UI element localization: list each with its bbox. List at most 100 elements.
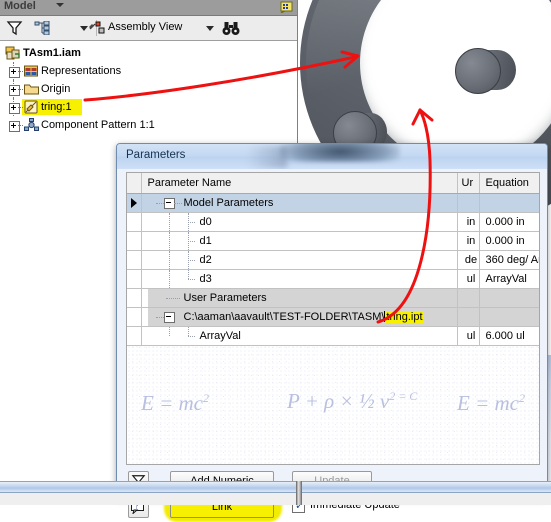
equation-cell[interactable]: 360 deg/ Array\: [479, 250, 539, 270]
table-row[interactable]: Model Parameters: [127, 193, 539, 213]
tree-guide-line: [187, 241, 195, 243]
window-bottom-fill: [0, 491, 551, 505]
tree-guide-line: [168, 232, 171, 250]
equation-cell[interactable]: ArrayVal: [479, 269, 539, 289]
tree-guide-line: [18, 89, 23, 91]
tree-guide-line: [18, 71, 23, 73]
row-grip[interactable]: [127, 212, 142, 232]
unit-cell[interactable]: [457, 288, 480, 308]
tree-item-tring-occurrence[interactable]: tring:1: [0, 98, 296, 116]
row-grip[interactable]: [127, 326, 142, 346]
tree-guide-line: [168, 213, 171, 231]
parameter-name-label: User Parameters: [183, 292, 267, 304]
highlighted-filename[interactable]: tring.ipt: [385, 311, 424, 323]
parameter-name-cell[interactable]: Model Parameters: [141, 193, 458, 213]
tree-item-component-pattern[interactable]: Component Pattern 1:1: [0, 116, 296, 134]
tree-display-icon[interactable]: [34, 20, 51, 38]
tree-guide-line: [187, 327, 190, 336]
current-row-arrow-icon: [131, 198, 137, 208]
tree-item-label: TAsm1.iam: [23, 47, 81, 59]
parameter-name-cell[interactable]: C:\aaman\aavault\TEST-FOLDER\TASM\ tring.…: [141, 307, 458, 327]
parameters-grid-container[interactable]: E = mc2 P + ρ × ½ v2 = C E = mc2 Paramet…: [126, 172, 540, 465]
panel-splitter-handle[interactable]: [296, 481, 302, 505]
parameter-name-cell[interactable]: d1: [141, 231, 458, 251]
unit-cell[interactable]: ul: [457, 326, 480, 346]
tree-item-label: Representations: [41, 65, 122, 77]
parameter-name-cell[interactable]: d0: [141, 212, 458, 232]
column-header-equation[interactable]: Equation: [479, 173, 539, 194]
parameter-name-cell[interactable]: ArrayVal: [141, 326, 458, 346]
tree-guide-line: [173, 203, 182, 205]
equation-cell[interactable]: [479, 193, 539, 213]
watermark-formula: P + ρ × ½ v2 = C: [287, 389, 418, 413]
unit-cell[interactable]: [457, 307, 480, 327]
tree-guide-line: [187, 279, 195, 281]
parameter-name-cell[interactable]: User Parameters: [141, 288, 458, 308]
tree-item-representations[interactable]: Representations: [0, 62, 296, 80]
dialog-titlebar[interactable]: Parameters: [117, 144, 547, 169]
parameter-name-label: d3: [199, 273, 212, 285]
parameter-name-label: d2: [199, 254, 212, 266]
watermark-formula: E = mc2: [457, 391, 525, 415]
document-badge-icon: [280, 1, 294, 14]
row-grip[interactable]: [127, 231, 142, 251]
part-occurrence-icon: [24, 100, 39, 114]
tree-guide-line: [155, 203, 164, 205]
component-pattern-icon: [24, 118, 39, 132]
tree-guide-line: [155, 317, 164, 319]
model-browser-titlebar[interactable]: Model: [0, 0, 297, 16]
parameter-name-cell[interactable]: d3: [141, 269, 458, 289]
row-grip[interactable]: [127, 269, 142, 289]
equation-cell[interactable]: [479, 288, 539, 308]
table-row[interactable]: d2 de 360 deg/ Array\: [127, 250, 539, 270]
equation-cell[interactable]: [479, 307, 539, 327]
tree-item-label: Component Pattern 1:1: [41, 119, 155, 131]
unit-cell[interactable]: ul: [457, 269, 480, 289]
unit-cell[interactable]: in: [457, 231, 480, 251]
assembly-view-icon[interactable]: [88, 21, 106, 38]
equation-cell[interactable]: 6.000 ul: [479, 326, 539, 346]
unit-cell[interactable]: de: [457, 250, 480, 270]
chevron-down-icon[interactable]: [206, 26, 214, 31]
chevron-down-icon[interactable]: [56, 3, 64, 7]
table-row[interactable]: d3 ul ArrayVal: [127, 269, 539, 289]
table-row[interactable]: ArrayVal ul 6.000 ul: [127, 326, 539, 346]
dialog-title: Parameters: [126, 149, 186, 161]
representations-icon: [24, 64, 39, 78]
binoculars-icon[interactable]: [222, 21, 240, 39]
parameters-table[interactable]: Parameter Name Ur Equation Model Paramet…: [127, 173, 539, 346]
tree-guide-line: [168, 270, 171, 288]
tree-item-assembly-root[interactable]: TAsm1.iam: [0, 44, 296, 62]
peg-cylinder-face-1: [455, 48, 501, 94]
unit-cell[interactable]: [457, 193, 480, 213]
chevron-down-icon[interactable]: [80, 26, 88, 31]
table-row[interactable]: C:\aaman\aavault\TEST-FOLDER\TASM\ tring.…: [127, 307, 539, 327]
model-browser-title: Model: [4, 0, 36, 12]
row-grip[interactable]: [127, 193, 142, 213]
tree-guide-line: [168, 327, 171, 336]
parameter-name-label: d1: [199, 235, 212, 247]
table-row[interactable]: d1 in 0.000 in: [127, 231, 539, 251]
tree-guide-line: [168, 251, 171, 269]
filter-funnel-icon[interactable]: [6, 20, 23, 39]
model-browser-toolbar: Assembly View: [0, 16, 297, 41]
column-header-unit[interactable]: Ur: [457, 173, 480, 194]
row-grip[interactable]: [127, 250, 142, 270]
column-header-parameter-name[interactable]: Parameter Name: [141, 173, 458, 194]
window-bottom-bar: [0, 481, 551, 493]
parameters-dialog: Parameters E = mc2 P + ρ × ½ v2 = C E = …: [116, 143, 548, 522]
row-grip[interactable]: [127, 307, 142, 327]
parameter-name-cell[interactable]: d2: [141, 250, 458, 270]
equation-cell[interactable]: 0.000 in: [479, 212, 539, 232]
assembly-view-label: Assembly View: [108, 21, 183, 33]
tree-guide-line: [18, 125, 23, 127]
tree-item-origin[interactable]: Origin: [0, 80, 296, 98]
collapse-minus-icon[interactable]: [163, 312, 175, 323]
tree-guide-line: [187, 260, 195, 262]
row-grip[interactable]: [127, 288, 142, 308]
unit-cell[interactable]: in: [457, 212, 480, 232]
tree-guide-line: [187, 336, 195, 338]
equation-cell[interactable]: 0.000 in: [479, 231, 539, 251]
table-row[interactable]: d0 in 0.000 in: [127, 212, 539, 232]
table-row[interactable]: User Parameters: [127, 288, 539, 308]
